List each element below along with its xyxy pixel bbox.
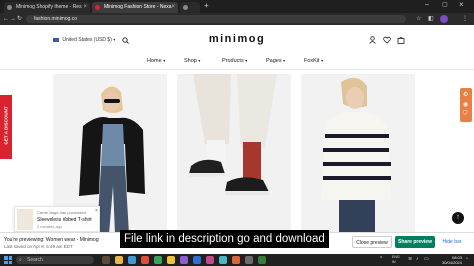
app-icon-5[interactable] — [206, 256, 214, 264]
profile-avatar[interactable] — [440, 15, 448, 23]
app-icon-9[interactable] — [258, 256, 266, 264]
reload-icon[interactable]: ↻ — [17, 15, 22, 23]
toast-product: Sleeveless ribbed T-shirt — [37, 217, 92, 223]
wishlist-icon[interactable] — [383, 36, 391, 44]
fashion-photo-2[interactable] — [177, 74, 291, 234]
back-to-top-button[interactable]: ↑ — [452, 212, 464, 224]
search-placeholder: Search — [27, 257, 43, 263]
chevron-down-icon: ▾ — [321, 58, 324, 63]
side-widget-bar: ⚙ ◉ ⛉ — [460, 88, 472, 122]
purchase-notification[interactable]: Carrie Nage has purchased Sleeveless rib… — [14, 206, 100, 232]
tab-title: Minimog Shopify theme - Res — [16, 4, 82, 10]
menu-icon[interactable]: ⋮ — [462, 15, 468, 23]
browser-tab-1[interactable]: Minimog Shopify theme - Res × — [4, 2, 90, 13]
search-icon: ⌕ — [19, 257, 22, 263]
widgets-icon[interactable] — [102, 256, 110, 264]
forward-icon[interactable]: → — [10, 15, 16, 23]
nav-item-foxkit[interactable]: FoxKit ▾ — [304, 58, 323, 64]
cart-widget-icon[interactable]: ⛉ — [463, 111, 468, 118]
close-icon[interactable]: × — [171, 2, 175, 13]
get-discount-tab[interactable]: GET A DISCOUNT — [0, 95, 12, 159]
app-icon-7[interactable] — [232, 256, 240, 264]
tab-favicon-icon — [183, 5, 188, 10]
minimize-icon[interactable]: – — [425, 1, 429, 8]
video-caption: File link in description go and download — [120, 230, 329, 248]
hide-bar-button[interactable]: Hide bar — [438, 236, 466, 248]
eye-icon[interactable]: ◉ — [463, 101, 468, 108]
windows-start-icon[interactable] — [4, 256, 12, 264]
nav-item-shop[interactable]: Shop ▾ — [184, 58, 200, 64]
app-icon-1[interactable] — [141, 256, 149, 264]
taskbar: ⌕ Search ^ ENG IN ≋ ♪ ▭ 08:03 30/04/2024… — [0, 254, 474, 266]
product-thumbnail — [17, 209, 33, 230]
close-preview-button[interactable]: Close preview — [352, 236, 392, 248]
tab-favicon-icon — [7, 5, 12, 10]
cart-icon[interactable] — [397, 36, 405, 44]
nav-item-pages[interactable]: Pages ▾ — [266, 58, 285, 64]
browser-tab-2[interactable]: Minimog Fashion Store - Nexa × — [92, 2, 178, 13]
new-tab-icon[interactable]: + — [204, 1, 209, 10]
account-icon[interactable] — [369, 36, 376, 44]
nav-label: Products — [222, 58, 244, 64]
nav-label: Pages — [266, 58, 282, 64]
language-indicator[interactable]: ENG IN — [392, 255, 400, 264]
extensions-icon[interactable]: ◧ — [428, 15, 434, 23]
file-explorer-icon[interactable] — [115, 256, 123, 264]
preview-title: You're previewing: Women wear - Minimog — [4, 237, 99, 243]
battery-icon[interactable]: ▭ — [424, 256, 429, 262]
app-icon-8[interactable] — [245, 256, 253, 264]
address-bar: ← → ↻ fashion.minimog.co ☆ ◧ ⋮ — [0, 13, 474, 25]
tab-favicon-icon — [95, 5, 100, 10]
url-input[interactable]: fashion.minimog.co — [26, 15, 406, 23]
close-icon[interactable]: × — [95, 208, 98, 214]
app-icon-6[interactable] — [219, 256, 227, 264]
fashion-photo-3[interactable] — [301, 74, 415, 234]
discount-label: GET A DISCOUNT — [3, 106, 9, 145]
site-header: United States (USD $) ▾ minimog Home ▾ S… — [0, 25, 474, 70]
gear-icon[interactable]: ⚙ — [463, 91, 468, 98]
nav-item-products[interactable]: Products ▾ — [222, 58, 247, 64]
browser-tab-3[interactable] — [180, 2, 200, 13]
wifi-icon[interactable]: ≋ — [408, 256, 412, 262]
nav-label: Shop — [184, 58, 197, 64]
maximize-icon[interactable]: ▢ — [442, 1, 448, 8]
back-icon[interactable]: ← — [3, 15, 9, 23]
volume-icon[interactable]: ♪ — [416, 256, 419, 262]
app-icon-3[interactable] — [180, 256, 188, 264]
clock[interactable]: 08:03 30/04/2024 — [434, 255, 462, 265]
chevron-down-icon: ▾ — [163, 58, 166, 63]
chevron-down-icon: ▾ — [245, 58, 248, 63]
tab-title: Minimog Fashion Store - Nexa — [104, 4, 172, 10]
nav-item-home[interactable]: Home ▾ — [147, 58, 165, 64]
star-icon[interactable]: ☆ — [416, 15, 421, 23]
chevron-down-icon: ▾ — [283, 58, 286, 63]
toast-line1: Carrie Nage has purchased — [37, 210, 86, 215]
app-icon-2[interactable] — [154, 256, 162, 264]
edge-icon[interactable] — [128, 256, 136, 264]
app-icon-4[interactable] — [193, 256, 201, 264]
close-icon[interactable]: × — [83, 2, 87, 13]
preview-saved: Last saved on Apr 8, 5:49 am EDT — [4, 244, 73, 249]
chevron-down-icon: ▾ — [198, 58, 201, 63]
nav-label: FoxKit — [304, 58, 320, 64]
tray-chevron-icon[interactable]: ^ — [380, 256, 382, 262]
share-preview-button[interactable]: Share preview — [395, 236, 435, 248]
main-nav: Home ▾ Shop ▾ Products ▾ Pages ▾ FoxKit … — [0, 58, 474, 68]
clock-date: 30/04/2024 — [441, 260, 462, 265]
browser-tab-bar: Minimog Shopify theme - Res × Minimog Fa… — [0, 0, 474, 13]
header-divider — [0, 69, 474, 70]
close-window-icon[interactable]: × — [459, 0, 464, 9]
notification-icon[interactable]: ◔ — [465, 256, 468, 262]
nav-label: Home — [147, 58, 162, 64]
url-text: fashion.minimog.co — [34, 16, 78, 22]
taskbar-search-input[interactable]: ⌕ Search — [16, 256, 94, 264]
toast-time: 2 minutes ago — [37, 224, 63, 229]
chrome-icon[interactable] — [167, 256, 175, 264]
